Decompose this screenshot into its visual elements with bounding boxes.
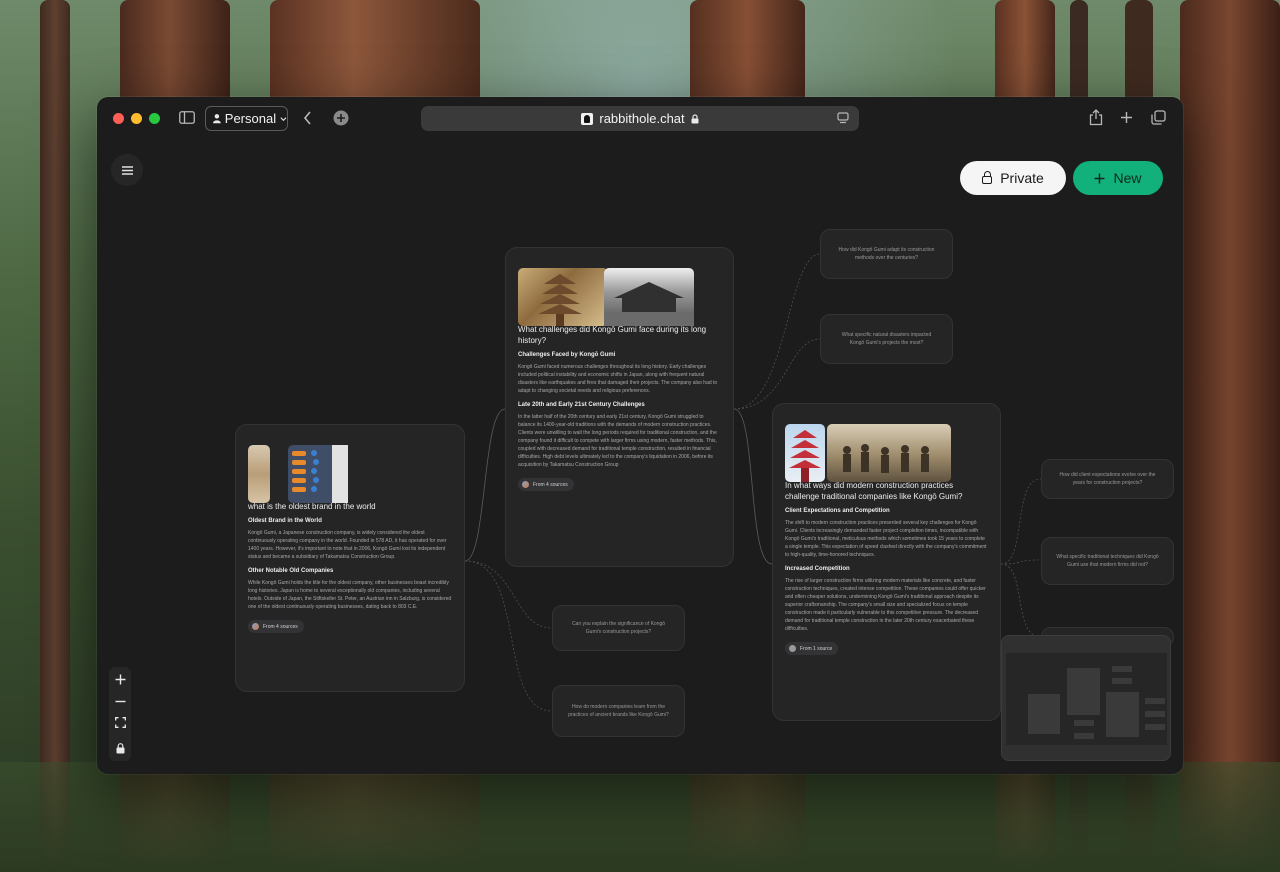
card-title: What challenges did Kongō Gumi face duri…: [518, 325, 707, 345]
tree-trunk: [1180, 0, 1280, 872]
person-icon: [213, 114, 221, 124]
sidebar-icon[interactable]: [179, 111, 195, 126]
connector-suggestion: [1000, 563, 1042, 638]
lock-icon: [691, 113, 699, 123]
infographic-image: [292, 445, 348, 503]
section-body: Kongō Gumi, a Japanese construction comp…: [248, 530, 447, 560]
section-heading: Late 20th and Early 21st Century Challen…: [518, 402, 645, 408]
image-strip: [518, 258, 721, 326]
connector-suggestion: [733, 253, 821, 410]
close-window-button[interactable]: [113, 113, 124, 124]
source-icon: [252, 623, 259, 630]
answer-card-challenges[interactable]: What challenges did Kongō Gumi face duri…: [505, 247, 734, 567]
connector-suggestion: [1000, 559, 1042, 565]
source-icon: [789, 645, 796, 652]
image-thumbnail[interactable]: [248, 445, 270, 503]
connector-suggestion: [1000, 478, 1042, 565]
zoom-window-button[interactable]: [149, 113, 160, 124]
lock-canvas-icon[interactable]: [116, 742, 125, 754]
image-strip: [785, 414, 988, 482]
suggested-question[interactable]: How do modern companies learn from the p…: [552, 685, 685, 737]
connector-suggestion: [464, 560, 553, 712]
minimap-node: [1028, 694, 1060, 734]
title-bar: Personal rabbithole.chat: [97, 97, 1183, 141]
suggested-question[interactable]: How did Kongō Gumi adapt its constructio…: [820, 229, 953, 279]
card-title: what is the oldest brand in the world: [248, 502, 376, 511]
suggested-question[interactable]: How did client expectations evolve over …: [1041, 459, 1174, 499]
chevron-down-icon: [280, 116, 287, 121]
sources-label: From 4 sources: [263, 623, 298, 630]
card-title: In what ways did modern construction pra…: [785, 481, 963, 501]
mind-map-canvas[interactable]: Private New what is the oldest brand in …: [97, 141, 1183, 774]
tree-trunk: [40, 0, 70, 872]
zoom-controls: [109, 667, 131, 761]
connector-suggestion: [464, 560, 553, 629]
fit-view-icon[interactable]: [114, 717, 126, 729]
sources-label: From 1 source: [800, 645, 833, 652]
image-thumbnail[interactable]: [518, 268, 608, 326]
answer-card-modern-practices[interactable]: In what ways did modern construction pra…: [772, 403, 1001, 721]
section-body: In the latter half of the 20th century a…: [518, 414, 717, 468]
section-body: The shift to modern construction practic…: [785, 520, 987, 558]
section-body: While Kongō Gumi holds the title for the…: [248, 580, 452, 610]
back-icon[interactable]: [303, 111, 312, 127]
temple-photo-image: [604, 282, 694, 326]
minimap-node: [1112, 678, 1132, 684]
suggested-question[interactable]: What specific traditional techniques did…: [1041, 537, 1174, 585]
profile-label: Personal: [224, 111, 277, 126]
minimap-node: [1067, 668, 1100, 715]
reader-icon[interactable]: [837, 112, 849, 127]
address-bar[interactable]: rabbithole.chat: [421, 106, 859, 131]
tabs-icon[interactable]: [1151, 110, 1166, 127]
connector-main: [733, 408, 773, 565]
minimap-node: [1145, 711, 1165, 717]
image-thumbnail[interactable]: [604, 268, 694, 326]
connector-suggestion: [733, 338, 821, 410]
minimize-window-button[interactable]: [131, 113, 142, 124]
minimap-node: [1106, 692, 1139, 737]
section-heading: Client Expectations and Competition: [785, 508, 890, 514]
sources-badge[interactable]: From 4 sources: [248, 620, 304, 633]
section-heading: Other Notable Old Companies: [248, 568, 334, 574]
zoom-in-icon[interactable]: [115, 674, 126, 685]
sources-label: From 4 sources: [533, 481, 568, 488]
minimap-node: [1074, 720, 1094, 726]
section-body: The rise of larger construction firms ut…: [785, 578, 986, 632]
section-body: Kongō Gumi faced numerous challenges thr…: [518, 364, 718, 394]
minimap-node: [1112, 666, 1132, 672]
section-heading: Challenges Faced by Kongō Gumi: [518, 352, 616, 358]
section-heading: Oldest Brand in the World: [248, 518, 322, 524]
answer-card-oldest-brand[interactable]: what is the oldest brand in the world Ol…: [235, 424, 465, 692]
sources-badge[interactable]: From 1 source: [785, 642, 839, 655]
suggested-question[interactable]: Can you explain the significance of Kong…: [552, 605, 685, 651]
share-icon[interactable]: [1089, 109, 1103, 128]
minimap[interactable]: [1001, 635, 1171, 761]
zoom-out-icon[interactable]: [115, 700, 126, 703]
suggested-question[interactable]: What specific natural disasters impacted…: [820, 314, 953, 364]
image-strip: [248, 435, 452, 503]
forest-floor: [0, 762, 1280, 872]
source-icon: [522, 481, 529, 488]
workers-photo-image: [843, 444, 929, 473]
section-heading: Increased Competition: [785, 566, 850, 572]
image-thumbnail[interactable]: [288, 445, 348, 503]
pagoda-painting-image: [538, 274, 582, 326]
connector-main: [464, 408, 506, 562]
site-favicon: [581, 112, 594, 125]
minimap-node: [1145, 724, 1165, 730]
image-thumbnail[interactable]: [785, 424, 825, 482]
browser-window: Personal rabbithole.chat Private New wha…: [97, 97, 1183, 774]
extensions-icon[interactable]: [333, 110, 349, 128]
minimap-node: [1074, 733, 1094, 739]
url-text: rabbithole.chat: [599, 111, 685, 126]
image-thumbnail[interactable]: [827, 424, 951, 482]
plus-icon[interactable]: [1120, 111, 1133, 126]
profile-switcher[interactable]: Personal: [205, 106, 288, 131]
sources-badge[interactable]: From 4 sources: [518, 478, 574, 491]
minimap-node: [1145, 698, 1165, 704]
pagoda-photo-image: [789, 430, 821, 482]
